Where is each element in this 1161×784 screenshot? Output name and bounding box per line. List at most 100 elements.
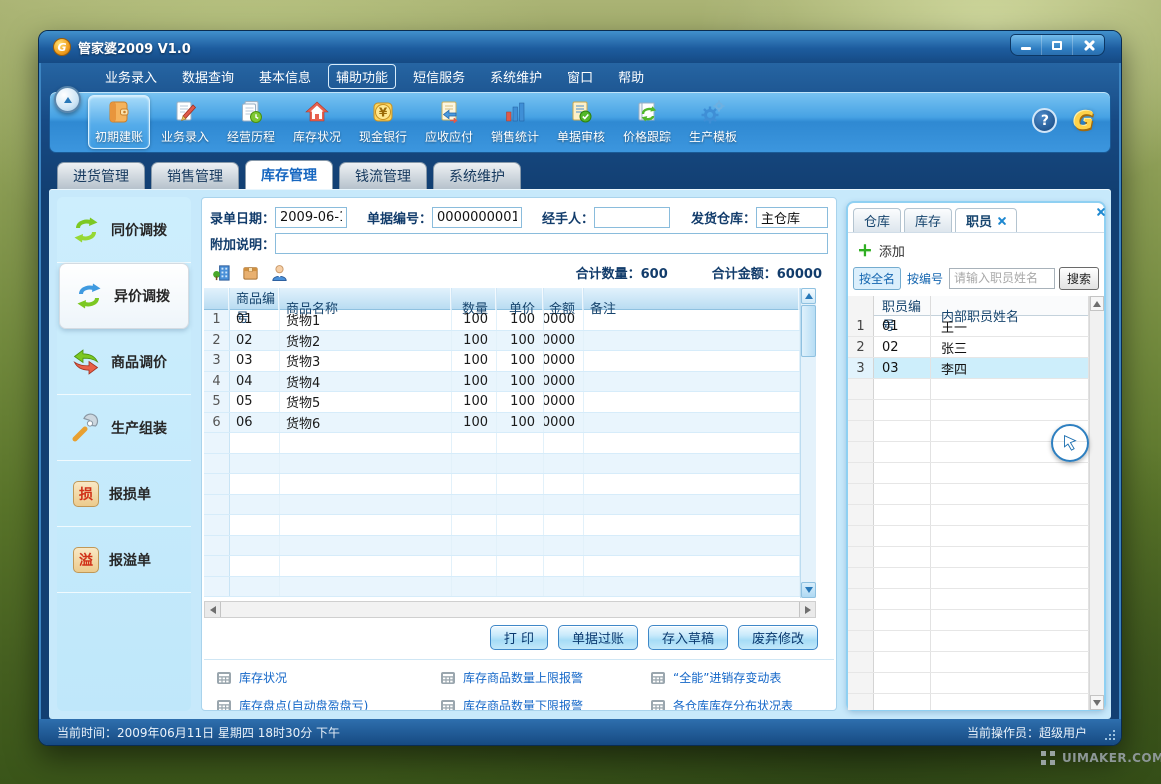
staff-row[interactable]: 101王一 [848, 316, 1089, 337]
staff-row[interactable]: 202张三 [848, 337, 1089, 358]
ledger-icon [106, 99, 132, 125]
svg-text:¥: ¥ [379, 106, 388, 120]
filter-by-code-button[interactable]: 按编号 [905, 268, 945, 289]
scroll-right-button[interactable] [799, 602, 815, 617]
scroll-left-button[interactable] [205, 602, 221, 617]
menu-item-window[interactable]: 窗口 [559, 64, 601, 89]
toolbar-button-production-template[interactable]: 生产模板 [682, 95, 744, 149]
toolbar-button-initial-accounts[interactable]: 初期建账 [88, 95, 150, 149]
maximize-button[interactable] [1042, 35, 1073, 55]
menu-item-sms-service[interactable]: 短信服务 [405, 64, 473, 89]
desktop-background: G 管家婆2009 V1.0 业务录入 数据查询 基本信息 辅助功能 短信服务 … [0, 0, 1161, 784]
report-link-upper-limit-alert[interactable]: 库存商品数量上限报警 [440, 669, 650, 686]
scroll-up-button[interactable] [1090, 296, 1104, 311]
history-clock-icon [238, 99, 264, 125]
sidebar-item-same-price-transfer[interactable]: 同价调拨 [57, 197, 191, 263]
add-staff-button[interactable]: + 添加 [857, 239, 1104, 261]
table-row[interactable]: 606货物610010010000 [204, 413, 800, 434]
warehouse-label: 发货仓库： [691, 208, 756, 227]
report-link-inventory-status[interactable]: 库存状况 [216, 669, 440, 686]
toolbar-button-receivable-payable[interactable]: 应收应付 [418, 95, 480, 149]
empty-row [848, 631, 1089, 652]
report-link-stocktaking[interactable]: 库存盘点(自动盘盈盘亏) [216, 697, 440, 711]
sidebar-item-loss-report[interactable]: 损 报损单 [57, 461, 191, 527]
menu-item-basic-info[interactable]: 基本信息 [251, 64, 319, 89]
table-row[interactable]: 101货物110010010000 [204, 310, 800, 331]
current-operator-text: 当前操作员：超级用户 [967, 724, 1087, 741]
toolbar-button-voucher-audit[interactable]: 单据审核 [550, 95, 612, 149]
table-row[interactable]: 303货物310010010000 [204, 351, 800, 372]
sidebar-item-diff-price-transfer[interactable]: 异价调拨 [59, 263, 189, 329]
staff-search-row: 按全名 按编号 搜索 [853, 266, 1099, 290]
minimize-button[interactable] [1011, 35, 1042, 55]
close-button[interactable] [1073, 35, 1104, 55]
toolbar-button-cash-bank[interactable]: ¥ 现金银行 [352, 95, 414, 149]
vertical-scrollbar[interactable] [800, 288, 816, 598]
items-table-header: 商品编号 商品名称 数量 单价 金额 备注 [204, 288, 800, 310]
sidebar-item-price-adjust[interactable]: 商品调价 [57, 329, 191, 395]
resize-grip[interactable] [1103, 728, 1115, 740]
sidebar-item-overflow-report[interactable]: 溢 报溢单 [57, 527, 191, 593]
tab-cashflow-management[interactable]: 钱流管理 [339, 162, 427, 189]
tab-system-maintenance[interactable]: 系统维护 [433, 162, 521, 189]
report-link-warehouse-distribution[interactable]: 各仓库库存分布状况表 [650, 697, 836, 711]
scroll-up-button[interactable] [801, 288, 816, 304]
table-row[interactable]: 505货物510010010000 [204, 392, 800, 413]
toolbar-button-inventory-status[interactable]: 库存状况 [286, 95, 348, 149]
report-link-lower-limit-alert[interactable]: 库存商品数量下限报警 [440, 697, 650, 711]
menu-item-system-maintenance[interactable]: 系统维护 [482, 64, 550, 89]
toolbar: 初期建账 业务录入 经营历程 库存状况 ¥ [49, 91, 1111, 153]
toolbar-button-data-entry[interactable]: 业务录入 [154, 95, 216, 149]
save-draft-button[interactable]: 存入草稿 [648, 625, 728, 650]
toolbar-button-sales-statistics[interactable]: 销售统计 [484, 95, 546, 149]
tab-close-icon[interactable] [997, 216, 1006, 225]
scroll-down-button[interactable] [801, 582, 816, 598]
help-button[interactable]: ? [1032, 108, 1057, 133]
doc-no-input[interactable] [432, 207, 522, 228]
warehouse-picker-icon[interactable] [212, 263, 231, 282]
menu-item-auxiliary-functions[interactable]: 辅助功能 [328, 64, 396, 89]
action-button-row: 打 印 单据过账 存入草稿 废弃修改 [202, 625, 818, 650]
report-link-allround-change-table[interactable]: “全能”进销存变动表 [650, 669, 836, 686]
scrollbar-thumb[interactable] [801, 305, 816, 357]
staff-scrollbar[interactable] [1089, 296, 1104, 710]
menu-item-help[interactable]: 帮助 [610, 64, 652, 89]
staff-picker-icon[interactable] [270, 263, 289, 282]
toolbar-button-business-history[interactable]: 经营历程 [220, 95, 282, 149]
tab-stock[interactable]: 库存 [904, 208, 952, 232]
tab-warehouse[interactable]: 仓库 [853, 208, 901, 232]
tab-inventory-management[interactable]: 库存管理 [245, 160, 333, 189]
print-button[interactable]: 打 印 [490, 625, 548, 650]
note-label: 附加说明： [210, 234, 275, 253]
tab-sales-management[interactable]: 销售管理 [151, 162, 239, 189]
horizontal-scrollbar[interactable] [204, 601, 816, 618]
window-title: 管家婆2009 V1.0 [78, 38, 191, 57]
wrench-icon [71, 413, 101, 443]
goods-picker-icon[interactable] [241, 263, 260, 282]
watermark-grid-icon [1041, 751, 1056, 765]
search-button[interactable]: 搜索 [1059, 267, 1099, 290]
staff-row-selected[interactable]: 303李四 [848, 358, 1089, 379]
sidebar-item-production-assembly[interactable]: 生产组装 [57, 395, 191, 461]
post-voucher-button[interactable]: 单据过账 [558, 625, 638, 650]
menu-item-business-entry[interactable]: 业务录入 [97, 64, 165, 89]
collapse-toolbar-button[interactable] [54, 86, 81, 113]
scroll-down-button[interactable] [1090, 695, 1104, 710]
tab-staff[interactable]: 职员 [955, 208, 1017, 232]
handler-input[interactable] [594, 207, 670, 228]
discard-changes-button[interactable]: 废弃修改 [738, 625, 818, 650]
house-icon [304, 99, 330, 125]
table-row[interactable]: 202货物210010010000 [204, 331, 800, 352]
title-bar: G 管家婆2009 V1.0 [39, 31, 1121, 63]
warehouse-input[interactable] [756, 207, 828, 228]
staff-search-input[interactable] [949, 268, 1055, 289]
app-logo-icon: G [53, 38, 71, 56]
date-input[interactable] [275, 207, 347, 228]
menu-item-data-query[interactable]: 数据查询 [174, 64, 242, 89]
table-row[interactable]: 404货物410010010000 [204, 372, 800, 393]
toolbar-button-price-tracking[interactable]: 价格跟踪 [616, 95, 678, 149]
report-icon [650, 671, 666, 685]
filter-by-fullname-button[interactable]: 按全名 [853, 267, 901, 290]
note-input[interactable] [275, 233, 828, 254]
tab-purchase-management[interactable]: 进货管理 [57, 162, 145, 189]
